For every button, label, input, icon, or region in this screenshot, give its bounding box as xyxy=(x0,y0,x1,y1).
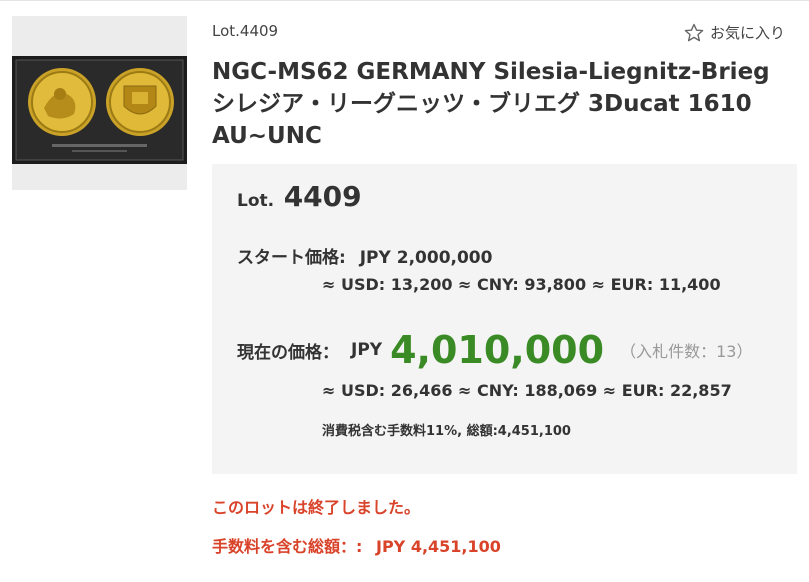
lot-word: Lot. xyxy=(237,191,275,211)
current-price-conversion: ≈ USD: 26,466 ≈ CNY: 188,069 ≈ EUR: 22,8… xyxy=(322,381,732,400)
total-value: JPY 4,451,100 xyxy=(375,537,501,556)
bid-count: （入札件数：13） xyxy=(620,342,753,361)
start-price-conversion: ≈ USD: 13,200 ≈ CNY: 93,800 ≈ EUR: 11,40… xyxy=(322,275,721,294)
start-price-label: スタート価格: xyxy=(237,248,346,268)
total-label: 手数料を含む総額：: xyxy=(212,537,363,556)
lot-image[interactable] xyxy=(12,16,187,190)
lot-number-heading: Lot. 4409 xyxy=(237,180,362,213)
current-price-currency: JPY xyxy=(351,340,383,360)
favorite-label: お気に入り xyxy=(710,24,786,42)
start-price-row: スタート価格: JPY 2,000,000 xyxy=(237,243,492,268)
favorite-button[interactable]: お気に入り xyxy=(684,22,785,43)
lot-number: 4409 xyxy=(283,180,362,213)
star-outline-icon xyxy=(684,23,704,43)
current-price-label: 現在の価格： xyxy=(237,342,339,363)
lot-ended-message: このロットは終了しました。 xyxy=(212,498,421,517)
start-price-value: JPY 2,000,000 xyxy=(359,248,493,268)
coin-photo xyxy=(12,56,187,164)
lot-label: Lot.4409 xyxy=(212,22,279,40)
total-with-fee: 手数料を含む総額：: JPY 4,451,100 xyxy=(212,533,501,557)
top-divider xyxy=(0,0,809,1)
current-price-row: 現在の価格： JPY 4,010,000 （入札件数：13） xyxy=(237,325,752,375)
current-price-amount: 4,010,000 xyxy=(390,328,605,372)
tax-note: 消費税含む手数料11%, 総額:4,451,100 xyxy=(322,424,571,439)
lot-title: NGC-MS62 GERMANY Silesia-Liegnitz-Brieg … xyxy=(212,59,770,149)
